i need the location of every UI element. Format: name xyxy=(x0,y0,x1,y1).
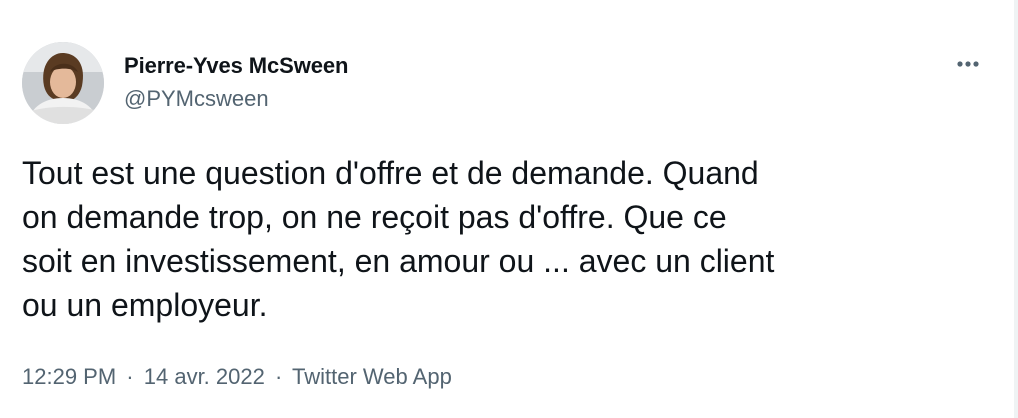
author-handle[interactable]: @PYMcsween xyxy=(124,86,269,112)
tweet-metadata: 12:29 PM · 14 avr. 2022 · Twitter Web Ap… xyxy=(22,364,452,390)
separator-dot: · xyxy=(274,364,283,389)
tweet-source-link[interactable]: Twitter Web App xyxy=(292,364,452,389)
tweet-text-line: soit en investissement, en amour ou ... … xyxy=(22,243,775,279)
tweet-card: Pierre-Yves McSween @PYMcsween Tout est … xyxy=(0,0,1018,418)
tweet-text-line: Tout est une question d'offre et de dema… xyxy=(22,155,759,191)
card-border xyxy=(1014,0,1018,418)
avatar[interactable] xyxy=(22,42,104,124)
tweet-text: Tout est une question d'offre et de dema… xyxy=(22,151,982,327)
tweet-time: 12:29 PM xyxy=(22,364,117,389)
more-horizontal-icon xyxy=(957,61,979,67)
tweet-text-line: ou un employeur. xyxy=(22,287,268,323)
separator-dot: · xyxy=(126,364,134,389)
author-name[interactable]: Pierre-Yves McSween xyxy=(124,53,348,79)
tweet-date: 14 avr. 2022 xyxy=(143,364,265,389)
tweet-time-link[interactable]: 12:29 PM · 14 avr. 2022 xyxy=(22,364,265,389)
more-options-button[interactable] xyxy=(948,50,988,78)
tweet-text-line: on demande trop, on ne reçoit pas d'offr… xyxy=(22,199,727,235)
profile-photo xyxy=(22,42,104,124)
